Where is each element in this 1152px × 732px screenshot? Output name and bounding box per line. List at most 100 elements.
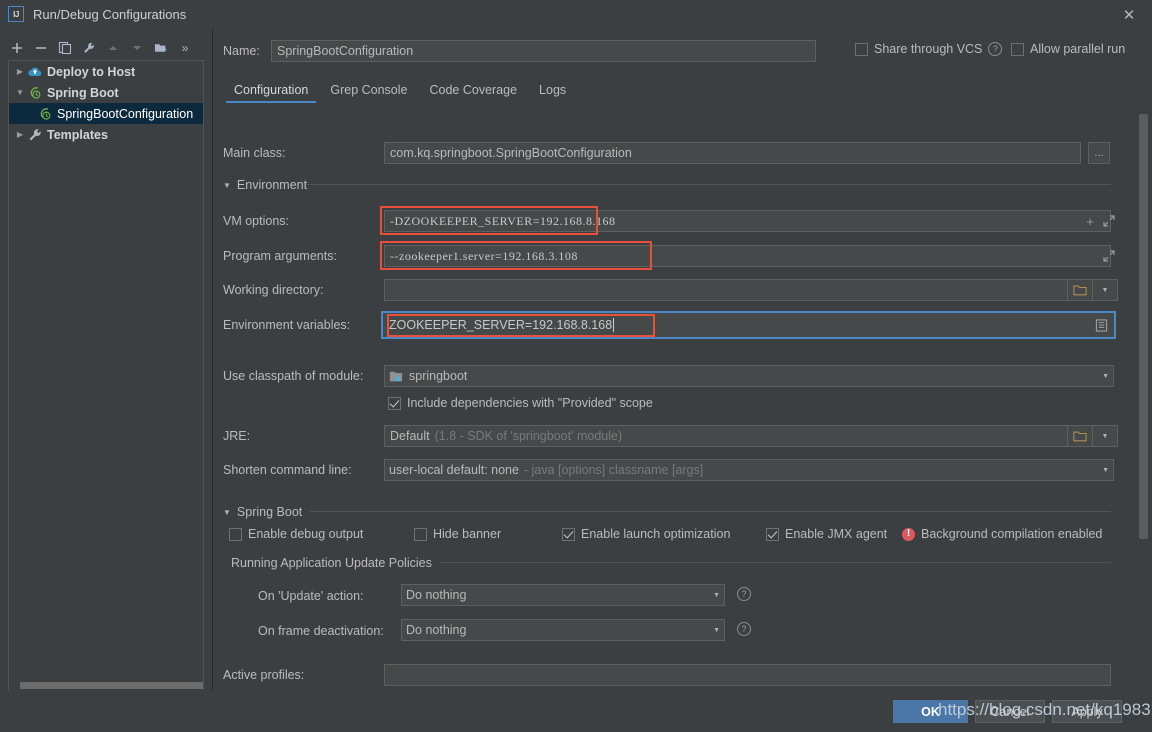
tab-logs[interactable]: Logs [528, 77, 577, 103]
include-provided-scope-label: Include dependencies with "Provided" sco… [407, 396, 653, 410]
shorten-command-line-row: Shorten command line: [223, 459, 352, 481]
classpath-label: Use classpath of module: [223, 369, 364, 383]
name-input[interactable]: SpringBootConfiguration [271, 40, 816, 62]
on-frame-deactivation-label: On frame deactivation: [258, 624, 384, 638]
jre-dropdown-button[interactable]: ▼ [1092, 425, 1118, 447]
error-icon: ! [902, 527, 915, 541]
text-caret [613, 318, 615, 332]
checkbox-box[interactable] [1011, 42, 1024, 56]
wrench-icon[interactable] [78, 37, 100, 59]
scrollbar-thumb[interactable] [20, 682, 203, 689]
on-update-action-help-icon[interactable]: ? [737, 587, 751, 601]
chevron-down-icon[interactable]: ▼ [1096, 467, 1109, 474]
environment-variables-value: ZOOKEEPER_SERVER=192.168.8.168 [389, 318, 613, 332]
program-arguments-expand-icon[interactable] [1101, 245, 1117, 267]
hide-banner-checkbox[interactable]: Hide banner [414, 527, 501, 541]
tree-item-label: Spring Boot [47, 85, 119, 100]
chevron-down-icon[interactable]: ▼ [707, 627, 720, 634]
on-frame-deactivation-help-icon[interactable]: ? [737, 622, 751, 636]
working-directory-input[interactable] [384, 279, 1074, 301]
chevron-down-icon[interactable]: ▼ [707, 592, 720, 599]
chevron-down-icon[interactable]: ▼ [223, 181, 231, 190]
tab-code-coverage[interactable]: Code Coverage [418, 77, 528, 103]
shorten-command-line-combobox[interactable]: user-local default: none - java [options… [384, 459, 1114, 481]
main-class-input[interactable]: com.kq.springboot.SpringBootConfiguratio… [384, 142, 1081, 164]
tree-item-spring-boot[interactable]: ▼ Spring Boot [9, 82, 203, 103]
minus-icon[interactable] [30, 37, 52, 59]
chevron-down-icon[interactable]: ▼ [223, 508, 231, 517]
allow-parallel-run-checkbox[interactable]: Allow parallel run [1011, 42, 1125, 56]
jre-input[interactable]: Default (1.8 - SDK of 'springboot' modul… [384, 425, 1074, 447]
tree-item-deploy-to-host[interactable]: ▶ Deploy to Host [9, 61, 203, 82]
environment-variables-editor-icon[interactable] [1093, 317, 1110, 334]
environment-section-header[interactable]: ▼ Environment [223, 178, 307, 192]
tree-item-springbootconfiguration[interactable]: SpringBootConfiguration [9, 103, 203, 124]
panel-vertical-scrollbar[interactable] [1139, 114, 1148, 714]
section-divider [310, 511, 1111, 512]
on-update-action-value: Do nothing [406, 588, 467, 602]
vm-options-expand-icon[interactable] [1101, 210, 1117, 232]
update-policies-section-header: Running Application Update Policies [231, 556, 432, 570]
background-compilation-warning: ! Background compilation enabled [902, 527, 1102, 541]
vm-options-row: VM options: [223, 210, 289, 232]
window-title: Run/Debug Configurations [33, 6, 187, 22]
folder-add-icon[interactable] [150, 37, 172, 59]
active-profiles-label: Active profiles: [223, 668, 305, 682]
enable-jmx-agent-checkbox[interactable]: Enable JMX agent [766, 527, 887, 541]
enable-launch-optimization-checkbox[interactable]: Enable launch optimization [562, 527, 730, 541]
classpath-module-value: springboot [409, 369, 468, 383]
on-update-action-combobox[interactable]: Do nothing ▼ [401, 584, 725, 606]
help-icon[interactable]: ? [988, 42, 1003, 56]
active-profiles-input[interactable] [384, 664, 1111, 686]
checkbox-box[interactable] [562, 527, 575, 541]
spring-boot-section-header[interactable]: ▼ Spring Boot [223, 505, 302, 519]
working-directory-browse-button[interactable] [1067, 279, 1093, 301]
active-profiles-row: Active profiles: [223, 664, 304, 686]
chevron-down-icon[interactable]: ▼ [13, 86, 27, 100]
scrollbar-thumb[interactable] [1139, 114, 1148, 539]
name-row: Name: SpringBootConfiguration [223, 39, 1143, 63]
main-class-browse-button[interactable]: ... [1088, 142, 1110, 164]
chevron-down-icon[interactable]: ▼ [1096, 373, 1109, 380]
working-directory-dropdown-button[interactable]: ▼ [1092, 279, 1118, 301]
cancel-button[interactable]: Cancel [975, 700, 1045, 723]
environment-variables-input-wrapper[interactable]: ZOOKEEPER_SERVER=192.168.8.168 [381, 311, 1116, 339]
configuration-editor: Name: SpringBootConfiguration Share thro… [213, 28, 1152, 714]
checkbox-box[interactable] [229, 527, 242, 541]
arrow-up-icon[interactable] [102, 37, 124, 59]
tab-grep-console[interactable]: Grep Console [319, 77, 418, 103]
chevron-right-icon[interactable]: ▶ [13, 65, 27, 79]
spring-boot-icon [27, 85, 43, 101]
share-through-vcs-checkbox[interactable]: Share through VCS ? [855, 42, 1003, 56]
checkbox-box[interactable] [766, 527, 779, 541]
environment-variables-input[interactable]: ZOOKEEPER_SERVER=192.168.8.168 [383, 313, 1114, 337]
chevron-double-right-icon[interactable]: » [174, 37, 196, 59]
plus-icon[interactable] [6, 37, 28, 59]
jre-browse-button[interactable] [1067, 425, 1093, 447]
arrow-down-icon[interactable] [126, 37, 148, 59]
sidebar-horizontal-scrollbar[interactable] [18, 680, 203, 690]
vm-options-input[interactable]: -DZOOKEEPER_SERVER=192.168.8.168 [384, 210, 1111, 232]
tree-item-templates[interactable]: ▶ Templates [9, 124, 203, 145]
checkbox-box[interactable] [388, 396, 401, 410]
on-frame-deactivation-combobox[interactable]: Do nothing ▼ [401, 619, 725, 641]
configurations-tree[interactable]: ▶ Deploy to Host ▼ Spring Boot SpringBoo… [8, 60, 204, 700]
close-icon[interactable]: ✕ [1120, 6, 1138, 24]
vm-options-macro-icon[interactable]: + [1082, 210, 1098, 232]
title-bar: IJ Run/Debug Configurations ✕ [0, 0, 1152, 28]
program-arguments-row: Program arguments: [223, 245, 337, 267]
checkbox-box[interactable] [855, 42, 868, 56]
checkbox-box[interactable] [414, 527, 427, 541]
tab-configuration[interactable]: Configuration [223, 77, 319, 103]
classpath-module-combobox[interactable]: springboot ▼ [384, 365, 1114, 387]
background-compilation-label: Background compilation enabled [921, 527, 1103, 541]
include-provided-scope-checkbox[interactable]: Include dependencies with "Provided" sco… [388, 396, 653, 410]
program-arguments-input[interactable]: --zookeeper1.server=192.168.3.108 [384, 245, 1111, 267]
enable-debug-output-checkbox[interactable]: Enable debug output [229, 527, 363, 541]
apply-button[interactable]: Apply [1052, 700, 1122, 723]
chevron-right-icon[interactable]: ▶ [13, 128, 27, 142]
copy-icon[interactable] [54, 37, 76, 59]
jre-hint: (1.8 - SDK of 'springboot' module) [434, 429, 623, 443]
ok-button[interactable]: OK [893, 700, 968, 723]
on-update-action-row: On 'Update' action: [258, 585, 364, 607]
